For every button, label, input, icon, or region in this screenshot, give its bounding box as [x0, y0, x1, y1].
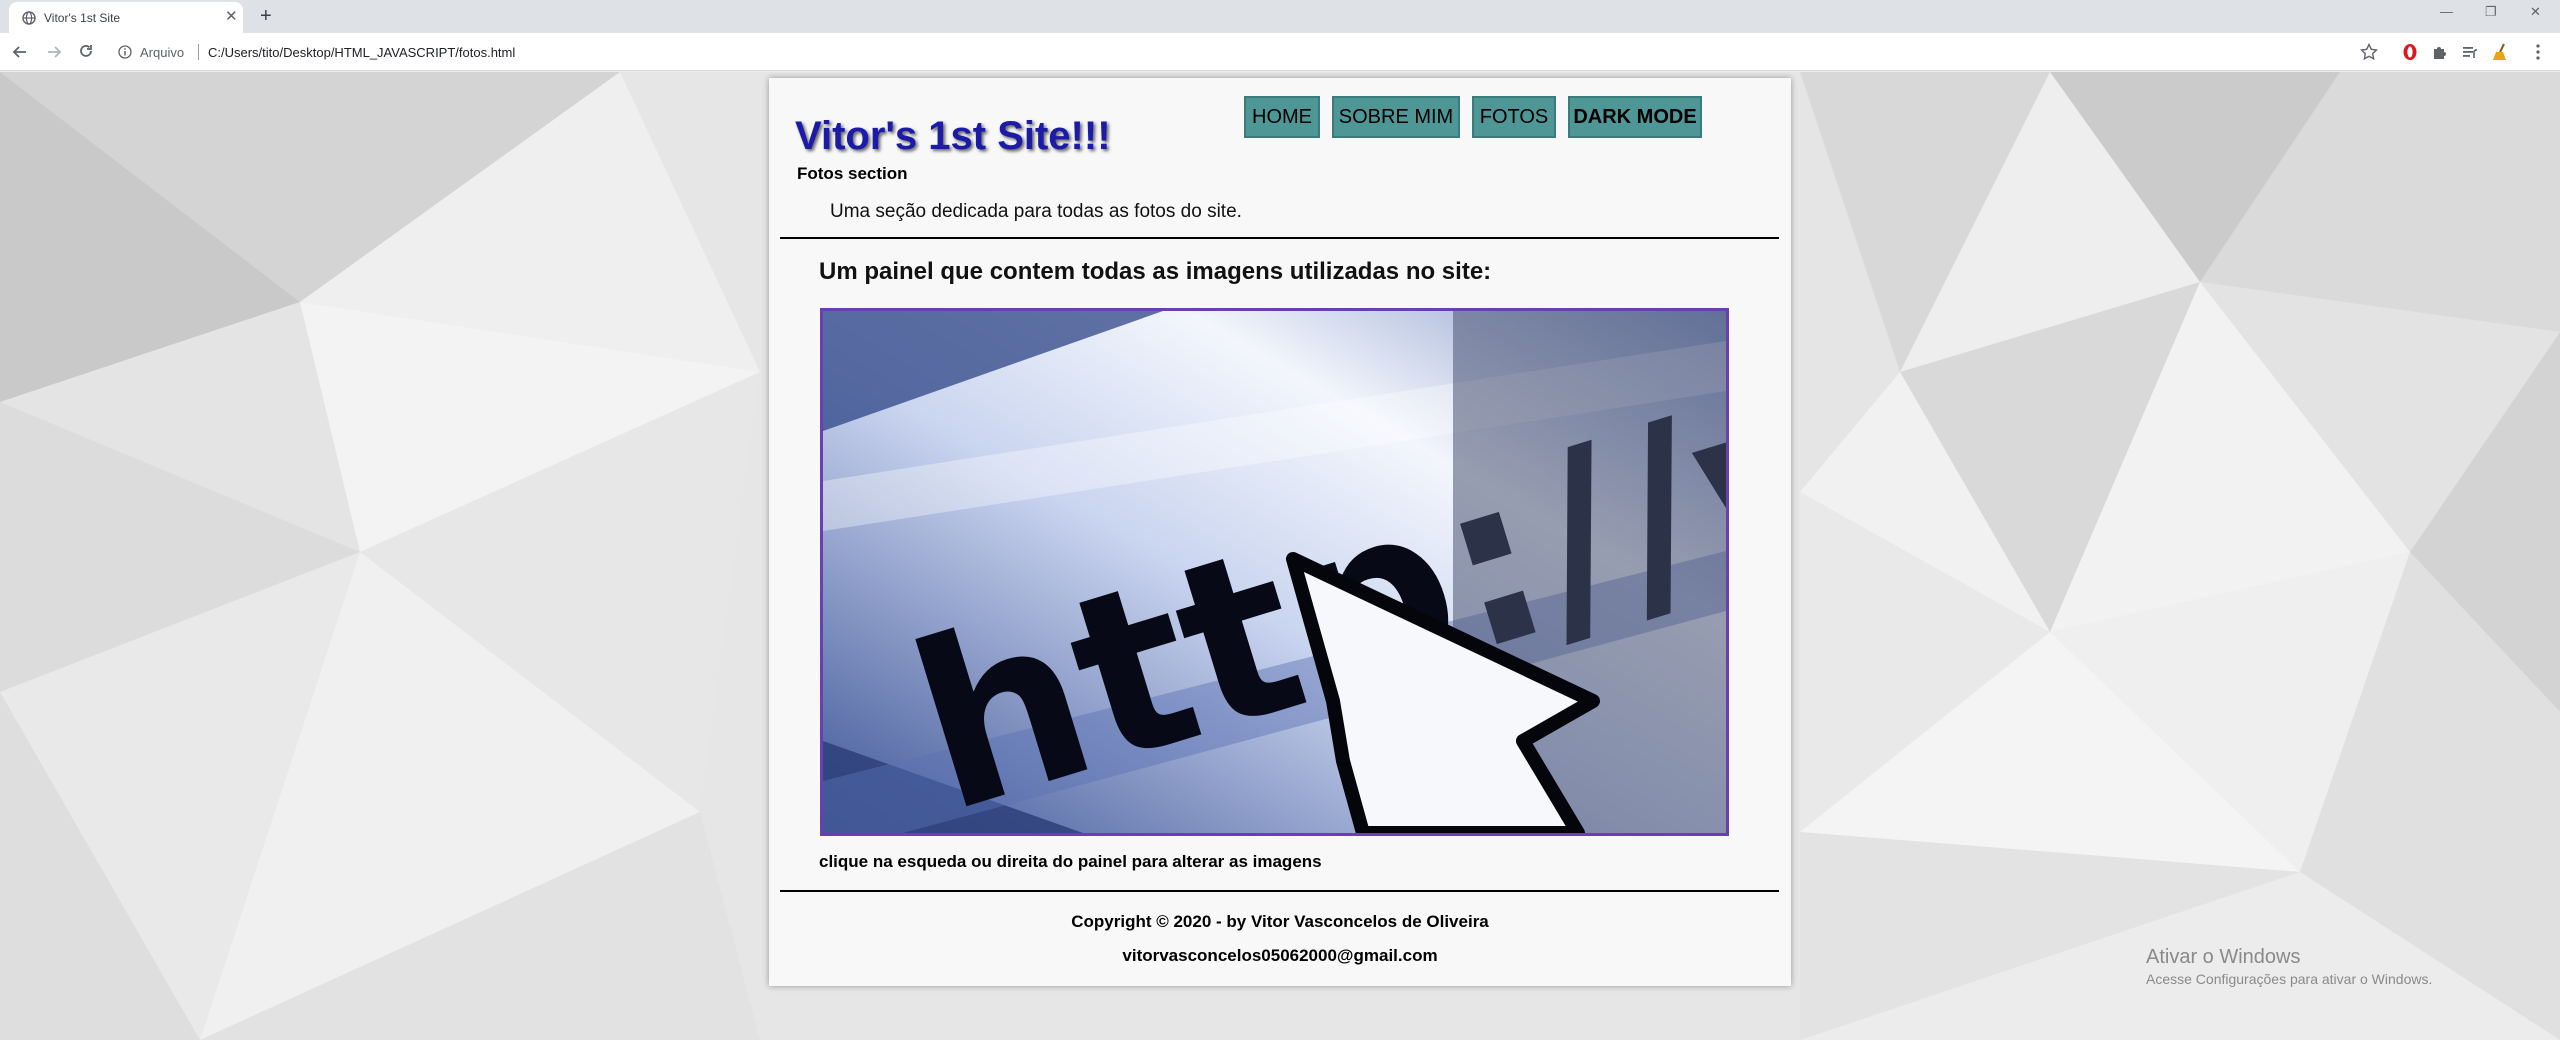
windows-activation-subtitle: Acesse Configurações para ativar o Windo…: [2146, 971, 2433, 987]
media-queue-icon[interactable]: [2460, 42, 2480, 62]
url-text[interactable]: C:/Users/tito/Desktop/HTML_JAVASCRIPT/fo…: [208, 45, 515, 60]
opera-icon[interactable]: [2400, 42, 2420, 62]
tab-close-icon[interactable]: ✕: [225, 9, 238, 25]
bookmark-star-icon[interactable]: [2359, 42, 2379, 62]
menu-kebab-icon[interactable]: [2528, 42, 2548, 62]
reload-icon[interactable]: [76, 42, 96, 62]
tab-title: Vitor's 1st Site: [44, 11, 121, 25]
nav-photos-button[interactable]: FOTOS: [1472, 96, 1556, 138]
site-container: Vitor's 1st Site!!! Fotos section HOME S…: [769, 78, 1791, 986]
dark-mode-button[interactable]: DARK MODE: [1568, 96, 1702, 138]
omnibox-scheme-label: Arquivo: [140, 45, 185, 60]
info-icon[interactable]: [118, 45, 132, 59]
broom-extension-icon[interactable]: [2490, 42, 2510, 62]
section-subtitle: Fotos section: [797, 164, 908, 183]
page-viewport: Ativar o Windows Acesse Configurações pa…: [0, 72, 2560, 1040]
panel-heading: Um painel que contem todas as imagens ut…: [819, 258, 1492, 285]
carousel-image[interactable]: http://ww: [823, 311, 1726, 833]
footer-copyright: Copyright © 2020 - by Vitor Vasconcelos …: [1071, 912, 1489, 931]
footer-email: vitorvasconcelos05062000@gmail.com: [1122, 946, 1438, 965]
nav-home-button[interactable]: HOME: [1244, 96, 1320, 138]
omnibox-separator: [198, 44, 199, 60]
site-title: Vitor's 1st Site!!!: [795, 114, 1111, 158]
windows-activation-title: Ativar o Windows: [2146, 946, 2301, 968]
divider-top: [780, 237, 1779, 239]
browser-toolbar: Arquivo C:/Users/tito/Desktop/HTML_JAVAS…: [0, 33, 2560, 71]
browser-tab[interactable]: Vitor's 1st Site ✕: [9, 2, 243, 33]
address-bar[interactable]: Arquivo C:/Users/tito/Desktop/HTML_JAVAS…: [110, 38, 2350, 66]
nav-about-button[interactable]: SOBRE MIM: [1332, 96, 1460, 138]
minimize-icon[interactable]: —: [2440, 4, 2453, 19]
extensions-puzzle-icon[interactable]: [2430, 42, 2450, 62]
browser-tabstrip: Vitor's 1st Site ✕ + — ❐ ✕: [0, 0, 2560, 33]
close-window-icon[interactable]: ✕: [2530, 4, 2541, 20]
new-tab-icon[interactable]: +: [260, 6, 272, 26]
section-intro: Uma seção dedicada para todas as fotos d…: [830, 201, 1242, 222]
back-icon[interactable]: [10, 42, 30, 62]
globe-icon: [22, 11, 36, 25]
divider-bottom: [780, 890, 1779, 892]
image-carousel-panel[interactable]: http://ww: [820, 308, 1729, 836]
forward-icon[interactable]: [44, 42, 64, 62]
carousel-hint: clique na esqueda ou direita do painel p…: [819, 852, 1322, 871]
restore-icon[interactable]: ❐: [2485, 4, 2497, 20]
